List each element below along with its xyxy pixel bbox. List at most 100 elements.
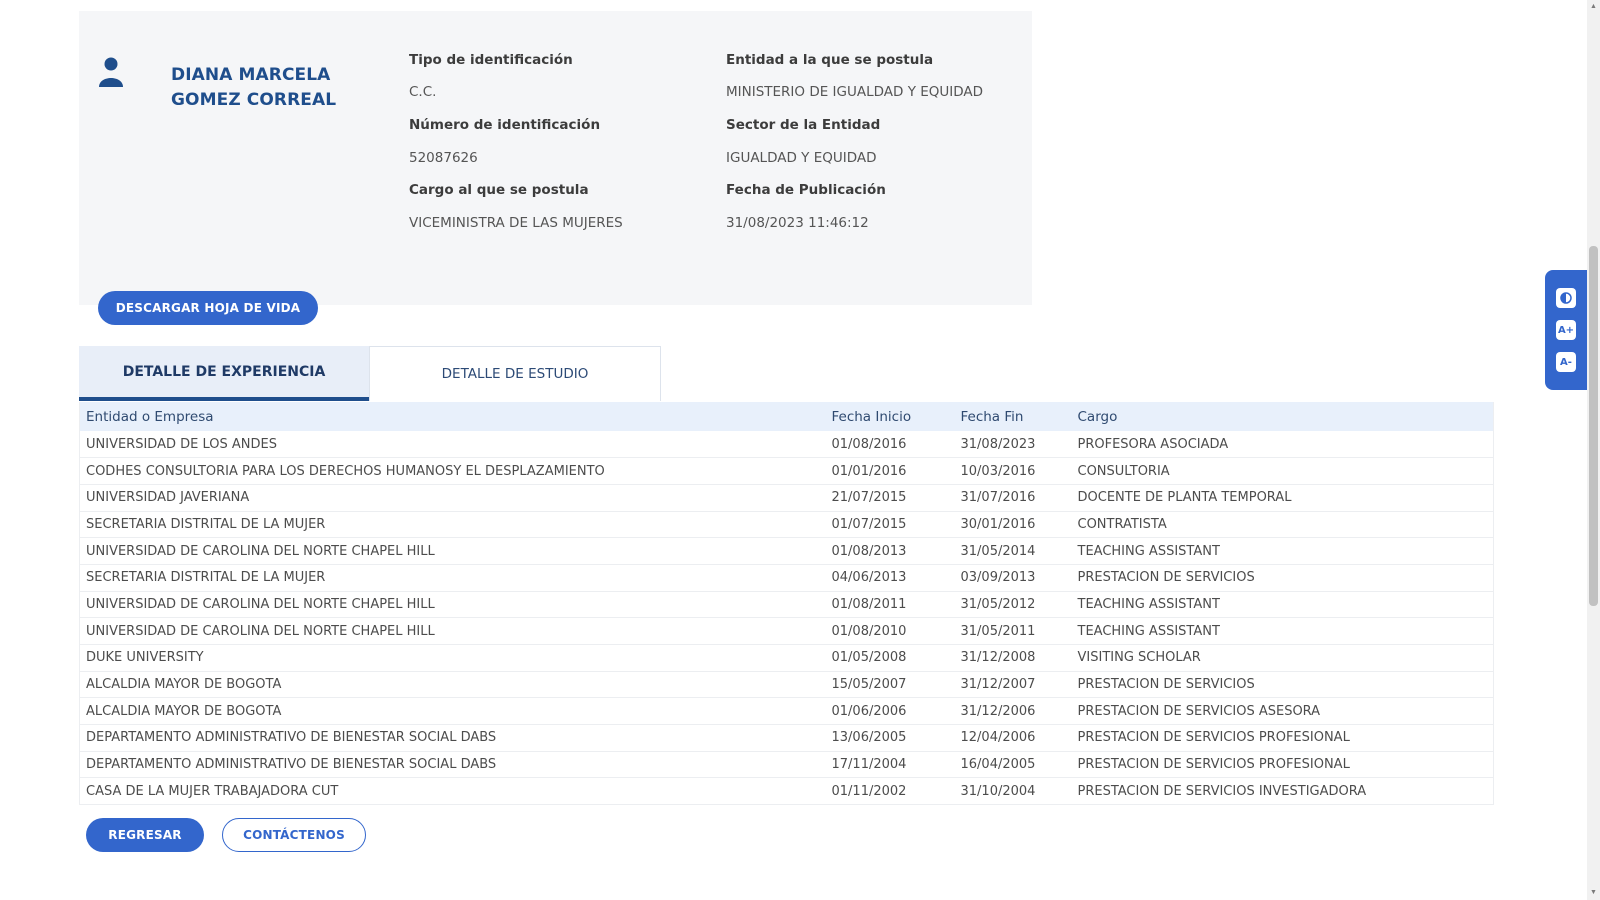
table-row: ALCALDIA MAYOR DE BOGOTA 15/05/2007 31/12/…: [79, 671, 1494, 699]
cell-fecha-fin: 31/12/2006: [954, 697, 1072, 726]
table-row: DEPARTAMENTO ADMINISTRATIVO DE BIENESTAR…: [79, 724, 1494, 752]
cell-fecha-inicio: 01/08/2011: [825, 591, 955, 619]
tab-experiencia[interactable]: DETALLE DE EXPERIENCIA: [79, 346, 369, 401]
accessibility-toolbar: A+ A-: [1545, 270, 1587, 390]
cell-cargo: TEACHING ASSISTANT: [1071, 617, 1494, 645]
column-header-cargo[interactable]: Cargo: [1072, 402, 1494, 431]
cell-entidad: UNIVERSIDAD DE CAROLINA DEL NORTE CHAPEL…: [79, 591, 826, 619]
cell-cargo: PRESTACION DE SERVICIOS ASESORA: [1071, 697, 1494, 726]
cell-fecha-fin: 31/12/2008: [954, 644, 1072, 672]
cell-entidad: SECRETARIA DISTRITAL DE LA MUJER: [79, 564, 826, 592]
cell-cargo: TEACHING ASSISTANT: [1071, 537, 1494, 565]
cell-fecha-inicio: 01/07/2015: [825, 511, 955, 539]
cell-cargo: PRESTACION DE SERVICIOS PROFESIONAL: [1071, 751, 1494, 779]
contrast-icon[interactable]: [1556, 288, 1576, 308]
entidad-postula-label: Entidad a la que se postula: [726, 52, 934, 68]
cell-entidad: CODHES CONSULTORIA PARA LOS DERECHOS HUM…: [79, 457, 826, 485]
cell-entidad: DEPARTAMENTO ADMINISTRATIVO DE BIENESTAR…: [79, 751, 826, 779]
cell-entidad: SECRETARIA DISTRITAL DE LA MUJER: [79, 511, 826, 539]
scroll-up-icon[interactable]: ▲: [1589, 2, 1598, 11]
cell-fecha-inicio: 01/08/2013: [825, 537, 955, 565]
tipo-identificacion-label: Tipo de identificación: [409, 52, 573, 68]
font-increase-icon[interactable]: A+: [1556, 320, 1576, 340]
entidad-postula-value: MINISTERIO DE IGUALDAD Y EQUIDAD: [726, 84, 984, 100]
cell-entidad: UNIVERSIDAD DE LOS ANDES: [79, 431, 826, 459]
cargo-postula-value: VICEMINISTRA DE LAS MUJERES: [409, 215, 623, 231]
cell-entidad: DUKE UNIVERSITY: [79, 644, 826, 672]
tipo-identificacion-value: C.C.: [409, 84, 437, 100]
cell-cargo: PRESTACION DE SERVICIOS PROFESIONAL: [1071, 724, 1494, 752]
sector-entidad-label: Sector de la Entidad: [726, 117, 881, 133]
cell-fecha-fin: 31/05/2014: [954, 537, 1072, 565]
table-row: SECRETARIA DISTRITAL DE LA MUJER 04/06/20…: [79, 564, 1494, 592]
page-scrollbar[interactable]: ▲ ▼: [1587, 0, 1600, 900]
table-header-row: Entidad o Empresa Fecha Inicio Fecha Fin…: [79, 402, 1494, 431]
column-header-entidad[interactable]: Entidad o Empresa: [80, 402, 826, 431]
cell-fecha-fin: 12/04/2006: [954, 724, 1072, 752]
cell-fecha-inicio: 13/06/2005: [825, 724, 955, 752]
cell-fecha-fin: 31/10/2004: [954, 777, 1072, 806]
cell-entidad: DEPARTAMENTO ADMINISTRATIVO DE BIENESTAR…: [79, 724, 826, 752]
download-cv-button[interactable]: DESCARGAR HOJA DE VIDA: [98, 291, 318, 325]
cell-fecha-inicio: 01/11/2002: [825, 777, 955, 806]
column-header-fecha-inicio[interactable]: Fecha Inicio: [826, 402, 955, 431]
cell-cargo: PRESTACION DE SERVICIOS: [1071, 671, 1494, 699]
user-icon: [99, 57, 123, 87]
cell-fecha-fin: 16/04/2005: [954, 751, 1072, 779]
cell-fecha-fin: 31/08/2023: [954, 431, 1072, 459]
table-body: UNIVERSIDAD DE LOS ANDES 01/08/2016 31/08/…: [79, 431, 1494, 806]
table-row: UNIVERSIDAD DE CAROLINA DEL NORTE CHAPEL…: [79, 617, 1494, 645]
cell-cargo: DOCENTE DE PLANTA TEMPORAL: [1071, 484, 1494, 512]
tab-estudio[interactable]: DETALLE DE ESTUDIO: [369, 346, 661, 401]
cell-cargo: PROFESORA ASOCIADA: [1071, 431, 1494, 459]
table-row: ALCALDIA MAYOR DE BOGOTA 01/06/2006 31/12/…: [79, 697, 1494, 726]
cell-fecha-inicio: 21/07/2015: [825, 484, 955, 512]
cell-fecha-inicio: 01/08/2016: [825, 431, 955, 459]
cell-fecha-fin: 31/07/2016: [954, 484, 1072, 512]
table-row: CASA DE LA MUJER TRABAJADORA CUT 01/11/20…: [79, 777, 1494, 806]
table-row: UNIVERSIDAD DE CAROLINA DEL NORTE CHAPEL…: [79, 537, 1494, 565]
table-row: DUKE UNIVERSITY 01/05/2008 31/12/2008 VISIT…: [79, 644, 1494, 672]
back-button[interactable]: REGRESAR: [86, 818, 204, 852]
fecha-publicacion-value: 31/08/2023 11:46:12: [726, 215, 869, 231]
numero-identificacion-value: 52087626: [409, 150, 478, 166]
profile-card: DIANA MARCELA GOMEZ CORREAL Tipo de iden…: [79, 11, 1032, 305]
cell-cargo: VISITING SCHOLAR: [1071, 644, 1494, 672]
table-row: SECRETARIA DISTRITAL DE LA MUJER 01/07/20…: [79, 511, 1494, 539]
cell-entidad: CASA DE LA MUJER TRABAJADORA CUT: [79, 777, 826, 806]
cell-fecha-fin: 31/12/2007: [954, 671, 1072, 699]
table-row: CODHES CONSULTORIA PARA LOS DERECHOS HUM…: [79, 457, 1494, 485]
cell-entidad: ALCALDIA MAYOR DE BOGOTA: [79, 697, 826, 726]
experience-table-container: Entidad o Empresa Fecha Inicio Fecha Fin…: [79, 402, 1494, 806]
cell-cargo: PRESTACION DE SERVICIOS INVESTIGADORA: [1071, 777, 1494, 806]
candidate-name: DIANA MARCELA GOMEZ CORREAL: [171, 63, 351, 113]
candidate-name-line1: DIANA MARCELA: [171, 65, 331, 85]
cell-entidad: UNIVERSIDAD DE CAROLINA DEL NORTE CHAPEL…: [79, 617, 826, 645]
contact-button[interactable]: CONTÁCTENOS: [222, 818, 366, 852]
scroll-down-icon[interactable]: ▼: [1589, 888, 1598, 897]
column-header-fecha-fin[interactable]: Fecha Fin: [955, 402, 1072, 431]
candidate-name-line2: GOMEZ CORREAL: [171, 90, 337, 110]
scrollbar-thumb[interactable]: [1589, 246, 1598, 606]
cell-fecha-fin: 10/03/2016: [954, 457, 1072, 485]
table-row: UNIVERSIDAD DE CAROLINA DEL NORTE CHAPEL…: [79, 591, 1494, 619]
fecha-publicacion-label: Fecha de Publicación: [726, 182, 886, 198]
cargo-postula-label: Cargo al que se postula: [409, 182, 589, 198]
cell-fecha-inicio: 01/01/2016: [825, 457, 955, 485]
sector-entidad-value: IGUALDAD Y EQUIDAD: [726, 150, 877, 166]
cell-entidad: ALCALDIA MAYOR DE BOGOTA: [79, 671, 826, 699]
cell-fecha-fin: 31/05/2011: [954, 617, 1072, 645]
table-row: UNIVERSIDAD JAVERIANA 21/07/2015 31/07/201…: [79, 484, 1494, 512]
cell-fecha-fin: 31/05/2012: [954, 591, 1072, 619]
table-row: DEPARTAMENTO ADMINISTRATIVO DE BIENESTAR…: [79, 751, 1494, 779]
font-decrease-icon[interactable]: A-: [1556, 352, 1576, 372]
cell-cargo: TEACHING ASSISTANT: [1071, 591, 1494, 619]
experience-table: Entidad o Empresa Fecha Inicio Fecha Fin…: [79, 402, 1494, 806]
cell-cargo: CONSULTORIA: [1071, 457, 1494, 485]
contrast-glyph-icon: [1560, 292, 1572, 304]
numero-identificacion-label: Número de identificación: [409, 117, 601, 133]
cell-fecha-inicio: 15/05/2007: [825, 671, 955, 699]
cell-fecha-inicio: 01/06/2006: [825, 697, 955, 726]
detail-tabs: DETALLE DE EXPERIENCIA DETALLE DE ESTUDI…: [79, 346, 661, 401]
cell-fecha-inicio: 17/11/2004: [825, 751, 955, 779]
